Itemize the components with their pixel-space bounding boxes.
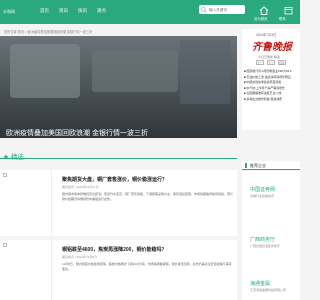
contents-button[interactable]: 目录	[278, 60, 286, 65]
home-label[interactable]: 设为首页	[254, 16, 268, 21]
list-item[interactable]: ■ 国家统计局:6月份制造业PMI为49.5	[244, 69, 299, 75]
nav-item-flash[interactable]: 快讯	[78, 8, 87, 14]
article-title[interactable]: 铜铝跌至4600，焦炭再涨降200，铜价能稳吗？	[62, 246, 166, 253]
article-thumbnail[interactable]	[0, 240, 52, 300]
related-item-title[interactable]: 广西商务厅	[250, 236, 275, 243]
search-icon[interactable]	[201, 6, 207, 13]
calendar-icon	[284, 7, 292, 15]
related-item-desc: 广西壮族自治区商务厅	[250, 244, 281, 248]
hero-image-shape	[92, 50, 178, 92]
breadcrumb: 您的位置:首页 > 欧洲疫情叠加美国回欧浪潮 金银行情一波三折	[4, 30, 93, 34]
article-excerpt: 国内铜市场本周维持高位震荡，现货升水走高，铜厂套售积极，下游按需采购为主，库存连…	[62, 192, 234, 201]
related-title: 推荐企业	[250, 163, 266, 168]
news-list: ■ 国家统计局:6月份制造业PMI为49.5 ■ 石油价格上涨 油企净利润增长明…	[244, 69, 299, 102]
image-placeholder-icon	[3, 243, 7, 247]
newspaper-logo[interactable]: 齐鲁晚报	[252, 38, 296, 53]
date-label: 2024年7月3日	[256, 33, 277, 37]
related-item-desc: 证券行业权威资讯	[250, 194, 275, 198]
article-thumbnail[interactable]	[0, 170, 52, 236]
next-button[interactable]: 下一	[267, 60, 275, 65]
section-title: 精选	[3, 151, 24, 161]
divider	[0, 158, 237, 159]
related-header: 推荐企业	[242, 161, 300, 170]
nav-item-news[interactable]: 资讯	[59, 8, 68, 14]
article-meta: 期货快讯 | 2021年11月21日	[62, 185, 99, 189]
hero-image-shape	[10, 44, 80, 98]
star-icon	[3, 153, 9, 160]
nav-item-opinion[interactable]: 观点	[97, 8, 106, 14]
related-item-desc: 江苏海通金属科技有限公司	[250, 288, 287, 292]
section-marker	[245, 163, 247, 168]
article-title[interactable]: 聚焦期货大盘，铜厂套售涨价，铜价稳涨运行？	[62, 176, 167, 183]
home-button[interactable]	[258, 5, 270, 16]
contact-label[interactable]: 联系	[279, 16, 286, 21]
list-item[interactable]: ■ 多地出台楼市新政 促进消费	[244, 97, 299, 103]
nav-item-home[interactable]: 首页	[40, 8, 49, 14]
hero-banner[interactable]: 欧洲疫情叠加美国回欧浪潮 金银行情一波三折	[0, 36, 237, 138]
main-nav: 首页 资讯 快讯 观点	[40, 8, 106, 14]
newspaper-subtitle: 今日已更新 精选	[258, 55, 280, 59]
article-meta: 期货快讯 | 2021年11月8日	[62, 255, 97, 259]
image-placeholder-icon	[3, 173, 7, 177]
prev-button[interactable]: 上一	[256, 60, 264, 65]
article-item[interactable]: 聚焦期货大盘，铜厂套售涨价，铜价稳涨运行？ 期货快讯 | 2021年11月21日…	[0, 170, 237, 236]
top-navbar: 众和网 首页 资讯 快讯 观点 设为首页 联系	[0, 0, 300, 24]
home-icon	[259, 6, 269, 15]
related-item-title[interactable]: 中国证券网	[250, 186, 275, 193]
article-excerpt: 11月8日，国内铜铝价格集体回落，焦炭价格再次下调200元/吨，市场情绪偏谨慎，…	[62, 262, 232, 271]
contact-button[interactable]	[283, 5, 293, 16]
hero-title[interactable]: 欧洲疫情叠加美国回欧浪潮 金银行情一波三折	[6, 128, 148, 138]
hero-image-shape	[180, 40, 230, 104]
article-item[interactable]: 铜铝跌至4600，焦炭再涨降200，铜价能稳吗？ 期货快讯 | 2021年11月…	[0, 240, 237, 300]
newspaper-controls: 上一 下一 目录	[256, 60, 286, 65]
search-box	[199, 5, 245, 14]
section-header: 精选	[0, 149, 237, 161]
related-item-title[interactable]: 海通金属	[250, 280, 270, 287]
site-logo[interactable]: 众和网	[3, 9, 15, 15]
